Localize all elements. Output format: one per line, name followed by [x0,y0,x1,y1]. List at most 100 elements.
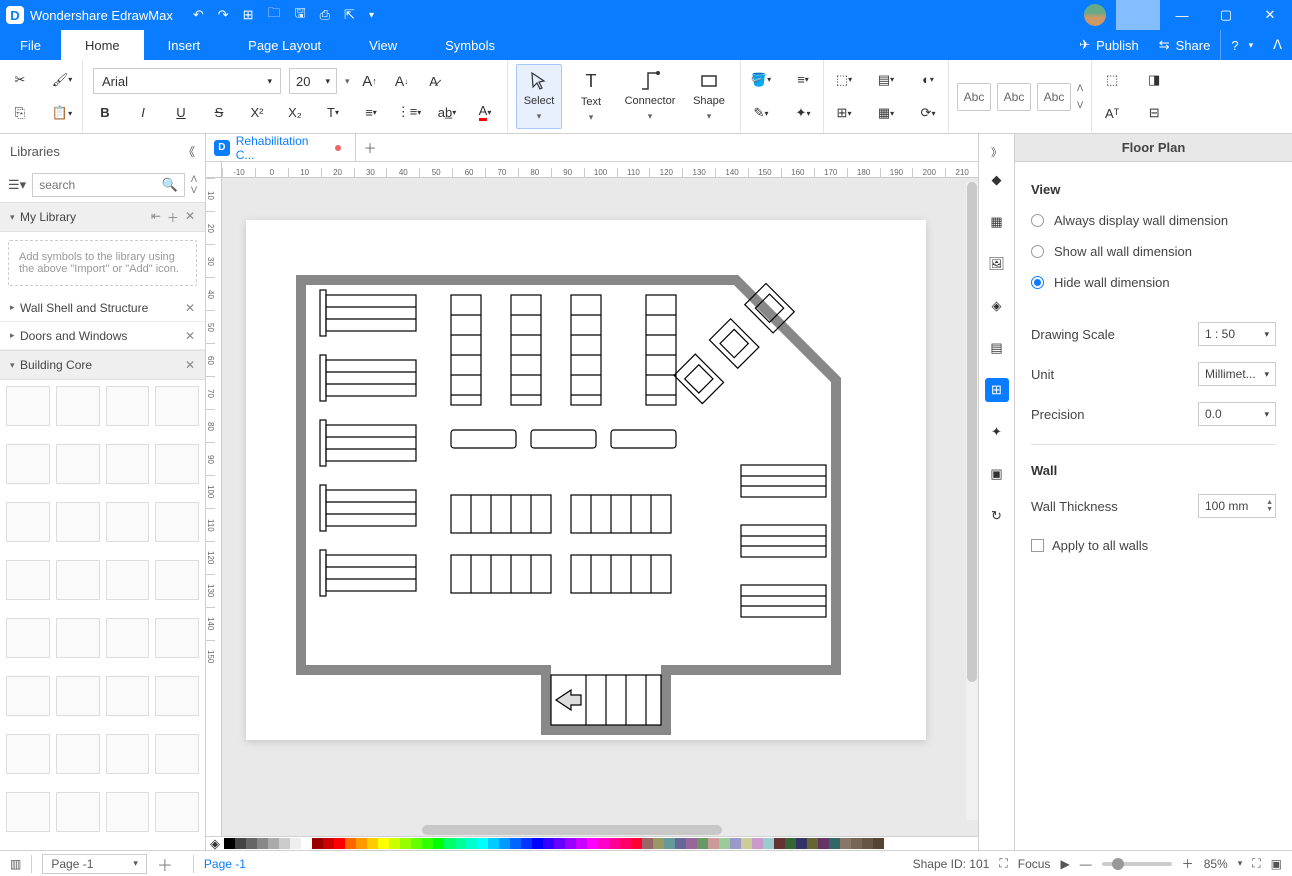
import-icon[interactable]: ⇤ [151,209,161,226]
eyedropper-icon[interactable]: ◈ [210,836,220,852]
color-swatch[interactable] [631,838,642,849]
fill-icon[interactable]: 🪣▾ [749,68,773,92]
shape-item[interactable] [6,444,50,484]
color-swatch[interactable] [224,838,235,849]
color-swatch[interactable] [301,838,312,849]
lib-up-icon[interactable]: ᐱ [191,174,197,185]
color-swatch[interactable] [774,838,785,849]
canvas-page[interactable] [246,220,926,740]
export-icon[interactable]: ⇱ [344,7,355,23]
add-page-button[interactable]: ＋ [157,852,173,876]
color-swatch[interactable] [521,838,532,849]
align-icon[interactable]: ▤▾ [874,68,898,92]
menu-symbols[interactable]: Symbols [421,30,519,60]
color-swatch[interactable] [785,838,796,849]
menu-page-layout[interactable]: Page Layout [224,30,345,60]
lib-down-icon[interactable]: ᐯ [191,185,197,196]
shape-item[interactable] [155,386,199,426]
drawing-scale-select[interactable]: 1 : 50▾ [1198,322,1276,346]
radio-hide[interactable]: Hide wall dimension [1031,267,1276,298]
close-button[interactable]: ✕ [1248,0,1292,30]
color-swatch[interactable] [752,838,763,849]
new-tab-button[interactable]: ＋ [356,134,384,161]
color-swatch[interactable] [488,838,499,849]
shape-item[interactable] [106,676,150,716]
shape-item[interactable] [6,502,50,542]
save-icon[interactable]: 🖫 [295,4,306,26]
theme-up-icon[interactable]: ᐱ [1077,83,1083,94]
library-search-input[interactable]: 🔍 [32,173,185,197]
fill-tool-icon[interactable]: ◆ [985,168,1009,192]
color-swatch[interactable] [444,838,455,849]
play-icon[interactable]: ▶ [1060,857,1069,871]
underline-icon[interactable]: U [169,100,193,124]
menu-insert[interactable]: Insert [144,30,225,60]
color-swatch[interactable] [686,838,697,849]
color-swatch[interactable] [851,838,862,849]
clear-format-icon[interactable]: A̷ [422,69,446,93]
collapse-library-icon[interactable]: 《 [183,143,195,160]
section-building-core[interactable]: ▾Building Core✕ [0,350,205,380]
paste-icon[interactable]: 📋▾ [50,101,74,125]
color-swatch[interactable] [719,838,730,849]
color-swatch[interactable] [323,838,334,849]
color-swatch[interactable] [279,838,290,849]
connector-tool[interactable]: Connector▾ [620,64,680,129]
color-swatch[interactable] [862,838,873,849]
shape-item[interactable] [155,676,199,716]
color-swatch[interactable] [378,838,389,849]
color-swatch[interactable] [422,838,433,849]
shape-item[interactable] [56,734,100,774]
close-wall-icon[interactable]: ✕ [185,301,195,315]
shape-item[interactable] [56,444,100,484]
color-swatch[interactable] [290,838,301,849]
shape-item[interactable] [106,502,150,542]
font-size-select[interactable]: 20▾ [289,68,337,94]
arrange-icon[interactable]: ⬚▾ [832,68,856,92]
color-swatch[interactable] [345,838,356,849]
color-swatch[interactable] [664,838,675,849]
color-swatch[interactable] [543,838,554,849]
find-icon[interactable]: Aᵀ [1100,101,1124,125]
color-swatch[interactable] [697,838,708,849]
font-color-icon[interactable]: A▾ [473,100,497,124]
superscript-icon[interactable]: X² [245,100,269,124]
color-swatch[interactable] [268,838,279,849]
shape-item[interactable] [56,676,100,716]
close-doors-icon[interactable]: ✕ [185,329,195,343]
shape-item[interactable] [56,386,100,426]
shape-item[interactable] [56,560,100,600]
color-swatch[interactable] [554,838,565,849]
color-swatch[interactable] [840,838,851,849]
shape-item[interactable] [106,734,150,774]
color-swatch[interactable] [433,838,444,849]
copy-icon[interactable]: ⎘ [8,101,32,125]
color-swatch[interactable] [609,838,620,849]
shape-item[interactable] [106,560,150,600]
floor-plan-tool-icon[interactable]: ⊞ [985,378,1009,402]
color-swatch[interactable] [532,838,543,849]
color-swatch[interactable] [257,838,268,849]
radio-show-all[interactable]: Show all wall dimension [1031,236,1276,267]
bold-icon[interactable]: B [93,100,117,124]
precision-select[interactable]: 0.0▾ [1198,402,1276,426]
shape-item[interactable] [155,502,199,542]
font-decrease-icon[interactable]: A↓ [390,69,414,93]
shadow-icon[interactable]: ✦▾ [791,101,815,125]
theme-abc-1[interactable]: Abc [957,83,991,111]
cut-icon[interactable]: ✂ [8,68,32,92]
distribute-icon[interactable]: ▦▾ [874,101,898,125]
more-2-icon[interactable]: ⊟ [1142,101,1166,125]
color-swatch[interactable] [510,838,521,849]
shape-tool[interactable]: Shape▾ [686,64,732,129]
right-toolbar-expand-icon[interactable]: 》 [991,144,1002,160]
color-swatch[interactable] [818,838,829,849]
share-button[interactable]: ⇆Share [1149,30,1221,60]
insert-icon[interactable]: ⬚ [1100,68,1124,92]
fit-page-icon[interactable]: ⛶ [1252,856,1260,871]
section-wall[interactable]: ▸Wall Shell and Structure✕ [0,294,205,322]
font-increase-icon[interactable]: A↑ [358,69,382,93]
select-tool[interactable]: Select▾ [516,64,562,129]
more-1-icon[interactable]: ◨ [1142,68,1166,92]
color-swatch[interactable] [235,838,246,849]
